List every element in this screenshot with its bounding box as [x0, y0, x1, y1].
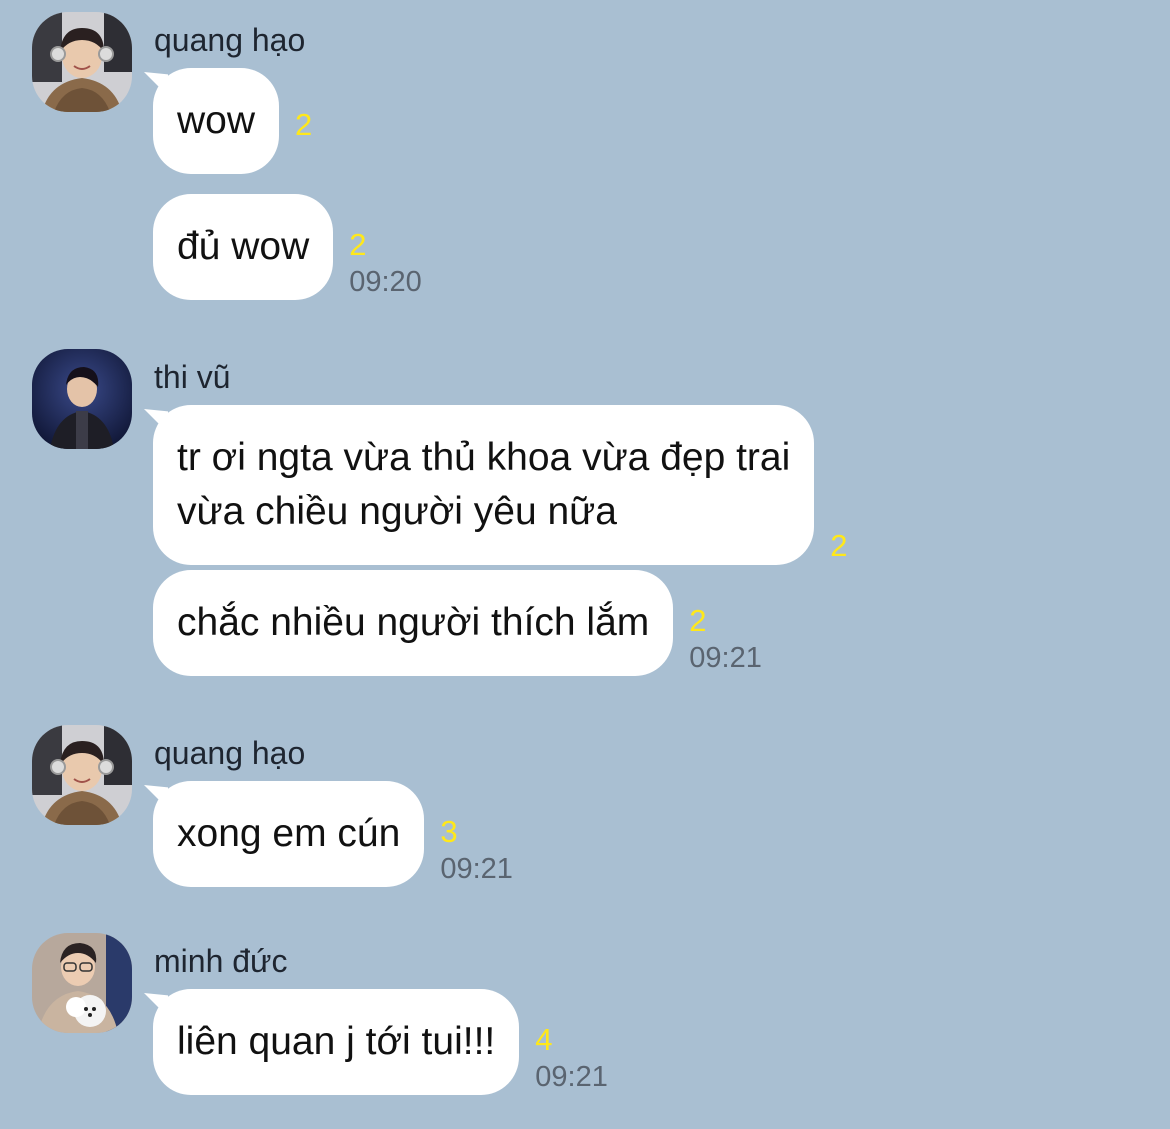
message-meta: 2 09:21: [689, 602, 762, 676]
message-meta: 2: [295, 106, 312, 174]
unread-count: 2: [349, 227, 367, 262]
avatar[interactable]: [32, 725, 132, 825]
sender-name: quang hạo: [154, 735, 306, 771]
avatar[interactable]: [32, 12, 132, 112]
unread-count: 2: [689, 603, 707, 638]
avatar-quang-hao-image: [32, 725, 132, 825]
message-meta: 2 09:20: [349, 226, 422, 300]
message-bubble[interactable]: wow: [153, 68, 280, 174]
timestamp: 09:20: [349, 266, 422, 298]
message-row: đủ wow 2 09:20: [153, 194, 422, 300]
unread-count: 3: [440, 814, 458, 849]
timestamp: 09:21: [689, 642, 762, 674]
timestamp: 09:21: [535, 1061, 608, 1093]
timestamp: 09:21: [440, 853, 513, 885]
avatar[interactable]: [32, 933, 132, 1033]
avatar-minh-duc-image: [32, 933, 132, 1033]
sender-name: minh đức: [154, 943, 288, 979]
message-row: tr ơi ngta vừa thủ khoa vừa đẹp trai vừa…: [153, 405, 848, 565]
message-bubble[interactable]: xong em cún: [153, 781, 425, 887]
message-row: wow 2: [153, 68, 312, 174]
sender-name: thi vũ: [154, 359, 231, 395]
message-row: liên quan j tới tui!!! 4 09:21: [153, 989, 608, 1095]
message-bubble[interactable]: chắc nhiều người thích lắm: [153, 570, 674, 676]
unread-count: 2: [830, 528, 848, 563]
sender-name: quang hạo: [154, 22, 306, 58]
message-row: chắc nhiều người thích lắm 2 09:21: [153, 570, 762, 676]
avatar-quang-hao-image: [32, 12, 132, 112]
message-bubble[interactable]: tr ơi ngta vừa thủ khoa vừa đẹp trai vừa…: [153, 405, 815, 565]
chat-window[interactable]: quang hạo wow 2 đủ wow 2 09:20 thi vũ tr…: [0, 0, 1170, 1129]
avatar-thi-vu-image: [32, 349, 132, 449]
avatar[interactable]: [32, 349, 132, 449]
message-bubble[interactable]: liên quan j tới tui!!!: [153, 989, 520, 1095]
unread-count: 2: [295, 107, 313, 142]
message-row: xong em cún 3 09:21: [153, 781, 513, 887]
message-meta: 4 09:21: [535, 1021, 608, 1095]
message-meta: 3 09:21: [440, 813, 513, 887]
message-bubble[interactable]: đủ wow: [153, 194, 334, 300]
unread-count: 4: [535, 1022, 553, 1057]
message-meta: 2: [830, 527, 847, 565]
